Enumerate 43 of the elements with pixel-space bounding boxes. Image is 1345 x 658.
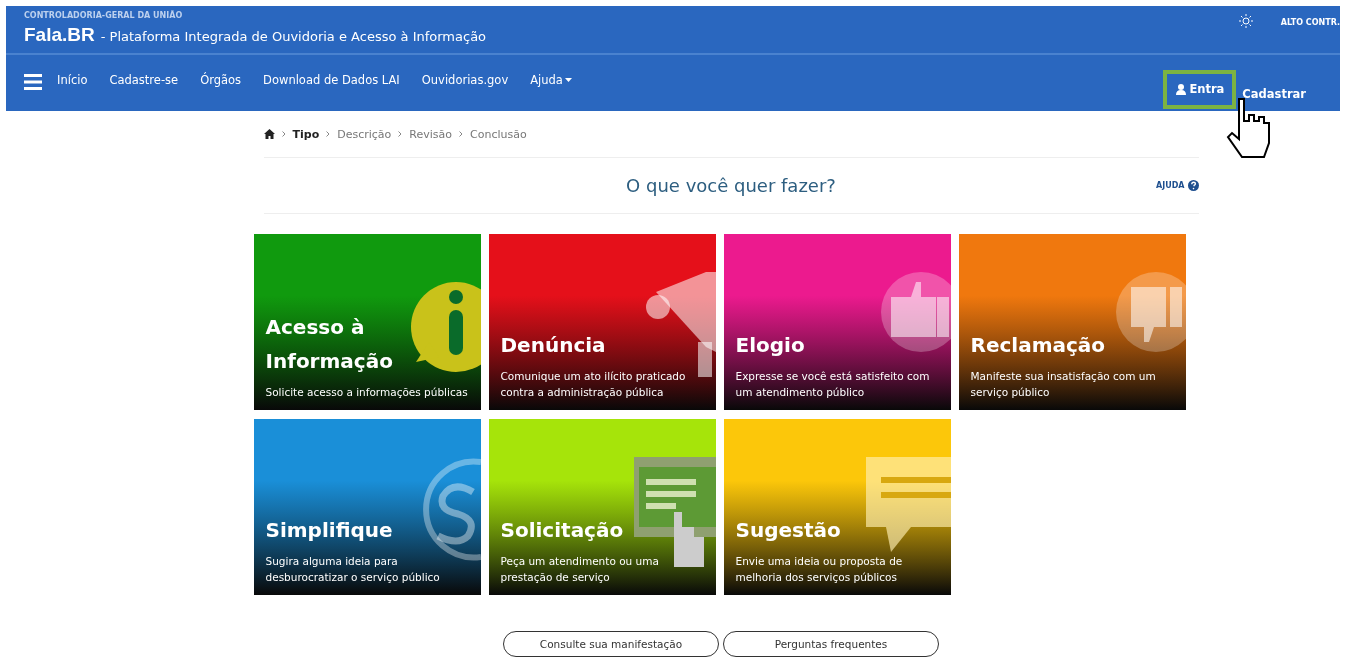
page-heading: O que você quer fazer? <box>626 175 836 196</box>
register-link[interactable]: Cadastrar <box>1242 86 1306 101</box>
chevron-icon <box>398 131 403 137</box>
contrast-icon[interactable] <box>1238 14 1253 28</box>
agency-name: CONTROLADORIA-GERAL DA UNIÃO <box>24 11 184 20</box>
tile-description: Manifeste sua insatisfação com um serviço público <box>970 369 1157 400</box>
outline-button[interactable]: Consulte sua manifestação <box>503 631 719 657</box>
breadcrumb-step: Descrição <box>337 127 392 141</box>
breadcrumb-step: Tipo <box>292 127 320 141</box>
high-contrast-link[interactable]: ALTO CONTR. <box>1280 18 1340 27</box>
tile-description: Envie uma ideia ou proposta de melhoria dos serviços públicos <box>735 554 904 585</box>
tile-description: Solicite acesso a informações públicas <box>265 385 469 400</box>
site-subtitle: - Plataforma Integrada de Ouvidoria e Acesso à Informação <box>100 29 487 44</box>
question-icon <box>1187 180 1199 191</box>
nav-link[interactable]: Download de Dados LAI <box>263 73 400 87</box>
tile-title: Solicitação <box>500 517 624 544</box>
nav-link[interactable]: Início <box>57 73 88 87</box>
tile-title: Denúncia <box>500 332 606 359</box>
chevron-icon <box>459 131 464 137</box>
tile-title: Sugestão <box>735 517 841 544</box>
login-link[interactable]: Entra <box>1163 70 1237 109</box>
breadcrumb-step: Conclusão <box>470 127 527 141</box>
tile-title: Acesso à Informação <box>265 314 394 375</box>
user-icon <box>1176 83 1187 95</box>
tile-title: Elogio <box>735 332 805 359</box>
outline-button[interactable]: Perguntas frequentes <box>723 631 939 657</box>
chevron-icon <box>281 131 286 137</box>
menu-icon[interactable] <box>24 74 42 90</box>
nav-link[interactable]: Órgãos <box>200 73 242 87</box>
home-icon[interactable] <box>263 129 275 139</box>
nav-link[interactable]: Ouvidorias.gov <box>421 73 509 87</box>
breadcrumb-step: Revisão <box>409 127 453 141</box>
tile-title: Simplifique <box>265 517 393 544</box>
tile-description: Peça um atendimento ou uma prestação de serviço <box>500 554 660 585</box>
tile-description: Comunique um ato ilícito praticado contra a administração pública <box>500 369 687 400</box>
nav-link[interactable]: Cadastre-se <box>109 73 179 87</box>
brand-logo[interactable]: Fala.BR <box>24 24 95 46</box>
nav-link[interactable]: Ajuda <box>530 73 572 87</box>
chevron-icon <box>326 131 331 137</box>
tile-description: Sugira alguma ideia para desburocratizar o serviço público <box>265 554 441 585</box>
tile-description: Expresse se você está satisfeito com um atendimento público <box>735 369 931 400</box>
tile-title: Reclamação <box>970 332 1106 359</box>
help-link[interactable]: AJUDA <box>1156 180 1199 191</box>
